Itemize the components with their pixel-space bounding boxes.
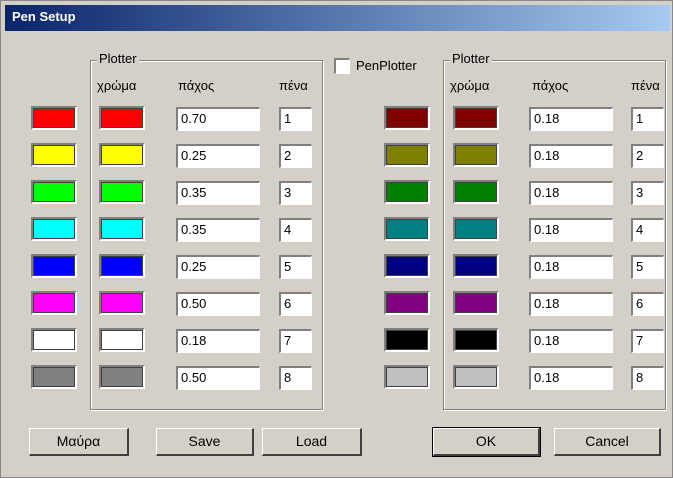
right-plotter-color-swatch[interactable] bbox=[453, 217, 499, 241]
left-pen-field[interactable]: 3 bbox=[279, 181, 312, 205]
left-thickness-field[interactable]: 0.70 bbox=[176, 107, 260, 131]
left-thickness-field[interactable]: 0.35 bbox=[176, 181, 260, 205]
left-plotter-color-swatch[interactable] bbox=[99, 106, 145, 130]
right-plotter-color-swatch[interactable] bbox=[453, 143, 499, 167]
right-pen-field[interactable]: 4 bbox=[631, 218, 664, 242]
left-thickness-field[interactable]: 0.50 bbox=[176, 292, 260, 316]
right-screen-color-swatch[interactable] bbox=[384, 328, 430, 352]
right-pen-header: πένα bbox=[631, 78, 660, 93]
right-pen-field[interactable]: 2 bbox=[631, 144, 664, 168]
right-plotter-color-swatch[interactable] bbox=[453, 328, 499, 352]
left-group-label: Plotter bbox=[97, 51, 139, 66]
penplotter-label[interactable]: PenPlotter bbox=[356, 58, 417, 73]
right-plotter-color-swatch[interactable] bbox=[453, 254, 499, 278]
right-pen-field[interactable]: 8 bbox=[631, 366, 664, 390]
left-screen-color-swatch[interactable] bbox=[31, 291, 77, 315]
right-thickness-header: πάχος bbox=[532, 78, 569, 93]
left-plotter-color-swatch[interactable] bbox=[99, 143, 145, 167]
right-thickness-field[interactable]: 0.18 bbox=[529, 107, 613, 131]
left-screen-color-swatch[interactable] bbox=[31, 143, 77, 167]
right-screen-color-swatch[interactable] bbox=[384, 254, 430, 278]
left-thickness-field[interactable]: 0.18 bbox=[176, 329, 260, 353]
title-bar: Pen Setup bbox=[5, 5, 670, 31]
left-thickness-field[interactable]: 0.25 bbox=[176, 144, 260, 168]
right-thickness-field[interactable]: 0.18 bbox=[529, 292, 613, 316]
right-screen-color-swatch[interactable] bbox=[384, 180, 430, 204]
left-thickness-field[interactable]: 0.35 bbox=[176, 218, 260, 242]
penplotter-checkbox[interactable] bbox=[334, 58, 350, 74]
right-thickness-field[interactable]: 0.18 bbox=[529, 366, 613, 390]
left-pen-field[interactable]: 4 bbox=[279, 218, 312, 242]
right-screen-color-swatch[interactable] bbox=[384, 106, 430, 130]
left-plotter-color-swatch[interactable] bbox=[99, 365, 145, 389]
left-pen-field[interactable]: 2 bbox=[279, 144, 312, 168]
right-plotter-color-swatch[interactable] bbox=[453, 291, 499, 315]
right-plotter-color-swatch[interactable] bbox=[453, 106, 499, 130]
left-screen-color-swatch[interactable] bbox=[31, 217, 77, 241]
left-thickness-field[interactable]: 0.50 bbox=[176, 366, 260, 390]
right-plotter-color-swatch[interactable] bbox=[453, 365, 499, 389]
left-plotter-color-swatch[interactable] bbox=[99, 254, 145, 278]
right-screen-color-swatch[interactable] bbox=[384, 217, 430, 241]
left-screen-color-swatch[interactable] bbox=[31, 328, 77, 352]
left-pen-header: πένα bbox=[279, 78, 308, 93]
ok-button[interactable]: OK bbox=[432, 427, 541, 457]
right-screen-color-swatch[interactable] bbox=[384, 291, 430, 315]
right-thickness-field[interactable]: 0.18 bbox=[529, 144, 613, 168]
left-screen-color-swatch[interactable] bbox=[31, 254, 77, 278]
right-group-label: Plotter bbox=[450, 51, 492, 66]
left-color-header: χρώμα bbox=[97, 78, 137, 93]
left-plotter-color-swatch[interactable] bbox=[99, 328, 145, 352]
right-pen-field[interactable]: 3 bbox=[631, 181, 664, 205]
left-plotter-color-swatch[interactable] bbox=[99, 180, 145, 204]
pen-setup-dialog: Pen Setup Plotter χρώμα πάχος πένα 0.70 1… bbox=[0, 0, 673, 478]
save-button[interactable]: Save bbox=[156, 428, 254, 456]
left-plotter-color-swatch[interactable] bbox=[99, 217, 145, 241]
black-button[interactable]: Μαύρα bbox=[29, 428, 129, 456]
left-pen-field[interactable]: 8 bbox=[279, 366, 312, 390]
load-button[interactable]: Load bbox=[262, 428, 362, 456]
left-plotter-color-swatch[interactable] bbox=[99, 291, 145, 315]
cancel-button[interactable]: Cancel bbox=[554, 428, 661, 456]
right-pen-field[interactable]: 7 bbox=[631, 329, 664, 353]
right-pen-field[interactable]: 1 bbox=[631, 107, 664, 131]
right-thickness-field[interactable]: 0.18 bbox=[529, 218, 613, 242]
right-pen-field[interactable]: 6 bbox=[631, 292, 664, 316]
right-pen-field[interactable]: 5 bbox=[631, 255, 664, 279]
left-screen-color-swatch[interactable] bbox=[31, 106, 77, 130]
right-screen-color-swatch[interactable] bbox=[384, 365, 430, 389]
right-thickness-field[interactable]: 0.18 bbox=[529, 255, 613, 279]
right-thickness-field[interactable]: 0.18 bbox=[529, 181, 613, 205]
right-color-header: χρώμα bbox=[450, 78, 490, 93]
window-title: Pen Setup bbox=[12, 9, 76, 24]
right-plotter-color-swatch[interactable] bbox=[453, 180, 499, 204]
left-pen-field[interactable]: 6 bbox=[279, 292, 312, 316]
left-screen-color-swatch[interactable] bbox=[31, 365, 77, 389]
left-pen-field[interactable]: 5 bbox=[279, 255, 312, 279]
left-thickness-header: πάχος bbox=[178, 78, 215, 93]
right-screen-color-swatch[interactable] bbox=[384, 143, 430, 167]
left-pen-field[interactable]: 1 bbox=[279, 107, 312, 131]
left-screen-color-swatch[interactable] bbox=[31, 180, 77, 204]
left-pen-field[interactable]: 7 bbox=[279, 329, 312, 353]
left-thickness-field[interactable]: 0.25 bbox=[176, 255, 260, 279]
right-thickness-field[interactable]: 0.18 bbox=[529, 329, 613, 353]
